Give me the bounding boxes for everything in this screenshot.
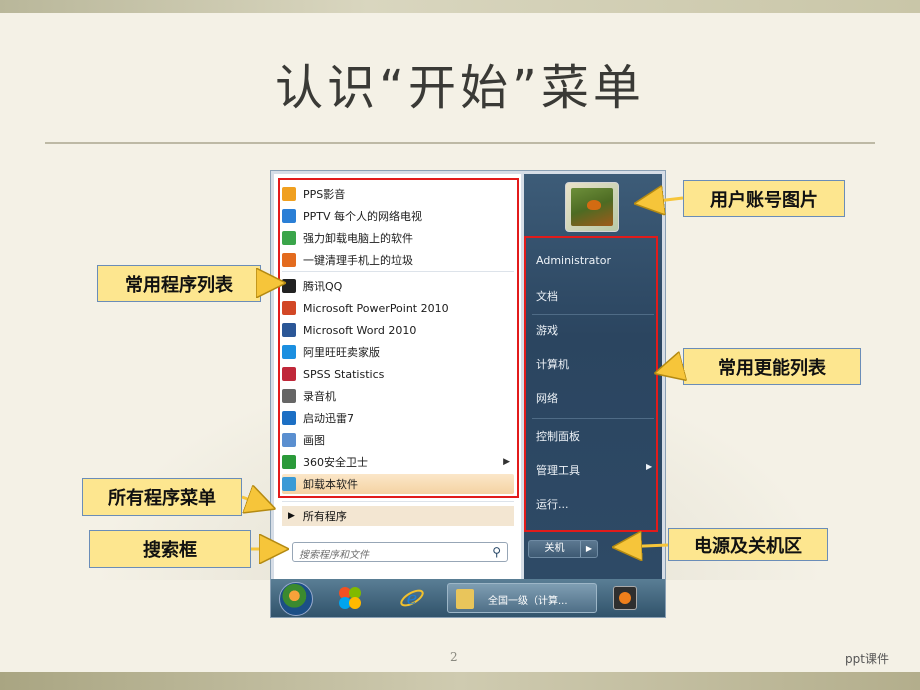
slide-title: 认识“开始”菜单	[275, 60, 645, 116]
taskbar-window-button[interactable]: 全国一级（计算...	[447, 583, 597, 613]
start-orb-icon[interactable]	[279, 582, 313, 616]
svg-text:e: e	[407, 588, 418, 609]
search-placeholder: 搜索程序和文件	[299, 550, 369, 561]
divider	[282, 501, 514, 502]
search-input[interactable]: 搜索程序和文件 ⚲	[292, 542, 508, 562]
all-programs-button[interactable]: ▶ 所有程序	[282, 506, 514, 526]
callout-all-programs-menu: 所有程序菜单	[82, 478, 242, 516]
windows-logo-icon[interactable]	[337, 585, 363, 611]
shutdown-options-arrow-icon[interactable]: ▶	[580, 541, 597, 557]
right-list-highlight	[524, 236, 658, 532]
shutdown-label: 关机	[544, 543, 565, 554]
internet-explorer-icon[interactable]: e	[399, 585, 425, 611]
program-list-highlight	[278, 178, 519, 498]
title-divider	[45, 142, 875, 144]
media-player-icon[interactable]	[613, 586, 637, 610]
taskbar: e 全国一级（计算...	[271, 579, 665, 617]
bottom-decoration-bar	[0, 672, 920, 690]
footer-text: ppt课件	[845, 652, 889, 666]
callout-user-picture: 用户账号图片	[683, 180, 845, 217]
top-decoration-bar	[0, 0, 920, 13]
callout-common-functions: 常用更能列表	[683, 348, 861, 385]
callout-search-box: 搜索框	[89, 530, 251, 568]
callout-common-programs: 常用程序列表	[97, 265, 261, 302]
all-programs-label: 所有程序	[302, 510, 347, 523]
taskbar-window-label: 全国一级（计算...	[488, 596, 568, 607]
user-avatar[interactable]	[565, 182, 619, 232]
search-icon[interactable]: ⚲	[492, 545, 501, 559]
page-number: 2	[450, 650, 458, 664]
folder-icon	[456, 589, 474, 609]
butterfly-flower-photo	[571, 188, 613, 226]
triangle-right-icon: ▶	[288, 511, 295, 521]
shutdown-button[interactable]: 关机 ▶	[528, 540, 598, 558]
callout-power-area: 电源及关机区	[668, 528, 828, 561]
